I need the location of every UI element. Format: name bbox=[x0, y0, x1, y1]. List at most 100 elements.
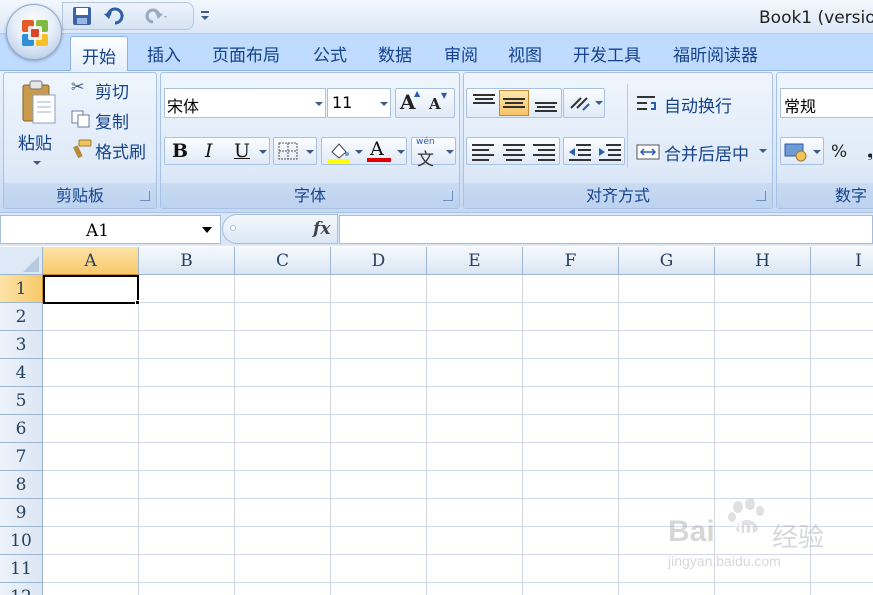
column-header-H[interactable]: H bbox=[715, 247, 811, 275]
row-header-8[interactable]: 8 bbox=[0, 471, 43, 499]
wrap-text-icon bbox=[637, 96, 656, 110]
row-header-4[interactable]: 4 bbox=[0, 359, 43, 387]
alignment-group-label: 对齐方式 bbox=[464, 183, 772, 208]
comma-style-button[interactable]: ❟ bbox=[860, 139, 873, 165]
column-header-B[interactable]: B bbox=[139, 247, 235, 275]
tab-formulas[interactable]: 公式 bbox=[313, 41, 347, 67]
underline-dropdown-icon[interactable] bbox=[259, 150, 267, 154]
chevron-down-icon[interactable] bbox=[355, 150, 363, 154]
tab-data[interactable]: 数据 bbox=[378, 41, 412, 67]
indent-buttons bbox=[563, 137, 625, 165]
chevron-down-icon[interactable] bbox=[397, 150, 405, 154]
copy-button[interactable]: 复制 bbox=[68, 106, 154, 133]
dialog-launcher-icon[interactable] bbox=[140, 191, 150, 201]
tab-view[interactable]: 视图 bbox=[508, 41, 542, 67]
redo-icon[interactable] bbox=[145, 6, 169, 26]
office-button[interactable] bbox=[6, 4, 62, 60]
grid-vertical-line bbox=[426, 275, 427, 595]
name-box-value: A1 bbox=[86, 221, 110, 241]
number-format-value: 常规 bbox=[784, 97, 817, 116]
column-header-I[interactable]: I bbox=[811, 247, 873, 275]
font-style-buttons: B I U bbox=[164, 137, 270, 165]
font-color-swatch bbox=[367, 158, 391, 162]
tab-page-layout[interactable]: 页面布局 bbox=[212, 41, 280, 67]
decrease-indent-icon[interactable] bbox=[566, 140, 594, 164]
grid-vertical-line bbox=[234, 275, 235, 595]
align-center-icon[interactable] bbox=[500, 140, 528, 164]
percent-button[interactable]: % bbox=[828, 139, 852, 165]
dialog-launcher-icon[interactable] bbox=[443, 191, 453, 201]
phonetic-guide-button[interactable]: wén 文 bbox=[411, 137, 456, 170]
chevron-down-icon bbox=[446, 150, 454, 154]
font-color-icon[interactable]: A bbox=[370, 138, 384, 160]
underline-button[interactable]: U bbox=[234, 140, 250, 162]
align-right-icon[interactable] bbox=[530, 140, 558, 164]
active-cell-A1[interactable] bbox=[43, 275, 139, 304]
row-header-6[interactable]: 6 bbox=[0, 415, 43, 443]
insert-function-button[interactable]: fx bbox=[313, 219, 330, 239]
paste-button[interactable]: 粘贴 bbox=[8, 76, 64, 172]
grid-horizontal-line bbox=[43, 302, 873, 303]
align-bottom-icon[interactable] bbox=[531, 91, 561, 115]
tab-review[interactable]: 审阅 bbox=[444, 41, 478, 67]
column-header-E[interactable]: E bbox=[427, 247, 523, 275]
align-middle-button[interactable] bbox=[499, 90, 529, 116]
merge-center-button[interactable]: 合并后居中 bbox=[632, 137, 768, 165]
splitter-handle-icon[interactable] bbox=[230, 225, 236, 231]
tab-foxit-reader[interactable]: 福昕阅读器 bbox=[673, 41, 758, 67]
grid-horizontal-line bbox=[43, 330, 873, 331]
undo-icon[interactable] bbox=[103, 6, 127, 26]
grid-horizontal-line bbox=[43, 358, 873, 359]
save-icon[interactable] bbox=[71, 6, 93, 26]
select-all-corner[interactable] bbox=[0, 247, 43, 275]
name-box-dropdown-icon[interactable] bbox=[202, 227, 212, 233]
orientation-button[interactable] bbox=[563, 88, 605, 118]
row-header-7[interactable]: 7 bbox=[0, 443, 43, 471]
row-header-11[interactable]: 11 bbox=[0, 555, 43, 583]
cut-button[interactable]: ✂ 剪切 bbox=[68, 76, 154, 103]
format-painter-button[interactable]: 格式刷 bbox=[68, 136, 154, 163]
office-logo-icon bbox=[22, 20, 48, 46]
grid-vertical-line bbox=[618, 275, 619, 595]
row-header-1[interactable]: 1 bbox=[0, 275, 43, 303]
align-left-icon[interactable] bbox=[469, 140, 497, 164]
quick-access-toolbar bbox=[62, 2, 194, 30]
row-header-3[interactable]: 3 bbox=[0, 331, 43, 359]
tab-developer[interactable]: 开发工具 bbox=[573, 41, 641, 67]
increase-indent-icon[interactable] bbox=[596, 140, 624, 164]
column-header-A[interactable]: A bbox=[43, 247, 139, 275]
customize-toolbar-icon[interactable] bbox=[198, 8, 212, 22]
row-header-12[interactable]: 12 bbox=[0, 583, 43, 595]
align-top-icon[interactable] bbox=[469, 91, 499, 115]
accounting-format-button[interactable] bbox=[780, 137, 824, 165]
row-header-5[interactable]: 5 bbox=[0, 387, 43, 415]
excel-window: Book1 (versio 开始 插入 页面布局 公式 数据 审阅 视图 开发工… bbox=[0, 0, 873, 595]
column-header-G[interactable]: G bbox=[619, 247, 715, 275]
wrap-text-button[interactable]: 自动换行 bbox=[632, 88, 768, 118]
tab-insert[interactable]: 插入 bbox=[147, 41, 181, 67]
format-painter-icon bbox=[73, 139, 92, 159]
row-header-9[interactable]: 9 bbox=[0, 499, 43, 527]
tab-home[interactable]: 开始 bbox=[70, 36, 128, 71]
row-header-2[interactable]: 2 bbox=[0, 303, 43, 331]
watermark-cn: 经验 bbox=[772, 523, 825, 553]
separator bbox=[627, 84, 628, 168]
column-header-C[interactable]: C bbox=[235, 247, 331, 275]
shrink-font-icon[interactable]: A bbox=[429, 95, 441, 113]
font-size-combo[interactable]: 11 bbox=[327, 88, 391, 118]
column-header-F[interactable]: F bbox=[523, 247, 619, 275]
vertical-align-buttons bbox=[466, 88, 562, 118]
number-format-combo[interactable]: 常规 bbox=[780, 88, 873, 118]
name-box[interactable] bbox=[0, 215, 221, 244]
column-header-D[interactable]: D bbox=[331, 247, 427, 275]
fill-color-icon[interactable] bbox=[326, 140, 352, 164]
italic-button[interactable]: I bbox=[205, 140, 213, 162]
borders-button[interactable] bbox=[273, 137, 317, 165]
dialog-launcher-icon[interactable] bbox=[756, 191, 766, 201]
bold-button[interactable]: B bbox=[172, 140, 188, 162]
formula-input[interactable] bbox=[339, 215, 873, 244]
row-header-10[interactable]: 10 bbox=[0, 527, 43, 555]
window-title: Book1 (versio bbox=[759, 8, 873, 28]
fill-handle[interactable] bbox=[135, 300, 140, 305]
font-name-combo[interactable]: 宋体 bbox=[164, 88, 326, 118]
